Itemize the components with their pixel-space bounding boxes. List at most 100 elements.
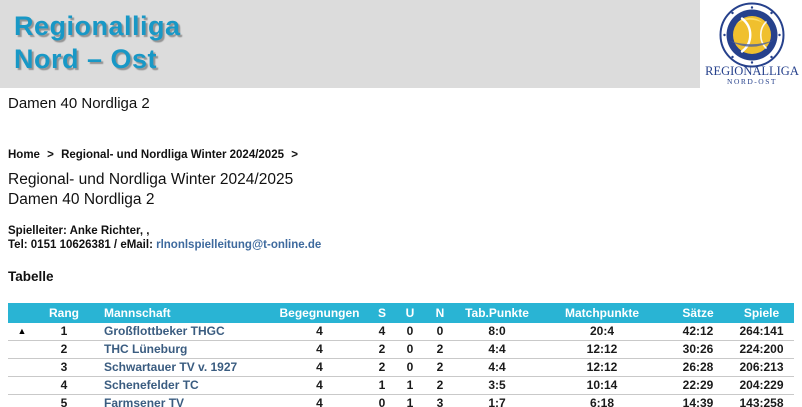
rank-cell: 4 xyxy=(36,377,92,395)
wins-cell: 4 xyxy=(367,323,397,341)
col-header-unentschieden: U xyxy=(397,303,423,323)
brand-line-2: Nord – Ost xyxy=(14,43,181,76)
losses-cell: 2 xyxy=(423,341,457,359)
table-row: 5 Farmsener TV 4 0 1 3 1:7 6:18 14:39 14… xyxy=(8,395,794,407)
matches-cell: 4 xyxy=(272,359,367,377)
team-link[interactable]: Schenefelder TC xyxy=(104,378,199,392)
table-row: 2 THC Lüneburg 4 2 0 2 4:4 12:12 30:26 2… xyxy=(8,341,794,359)
contact-info: Spielleiter: Anke Richter, , Tel: 0151 1… xyxy=(8,224,794,252)
wins-cell: 1 xyxy=(367,377,397,395)
draws-cell: 1 xyxy=(397,377,423,395)
col-header-mannschaft: Mannschaft xyxy=(92,303,272,323)
games-cell: 206:213 xyxy=(729,359,794,377)
col-header-saetze: Sätze xyxy=(667,303,729,323)
team-link[interactable]: THC Lüneburg xyxy=(104,342,187,356)
breadcrumb-season-link[interactable]: Regional- und Nordliga Winter 2024/2025 xyxy=(61,149,284,161)
league-logo: REGIONALLIGA NORD-OST xyxy=(700,0,802,88)
brand-title: Regionalliga Nord – Ost xyxy=(14,10,181,76)
team-link[interactable]: Farmsener TV xyxy=(104,396,184,407)
section-title-tabelle: Tabelle xyxy=(8,269,794,284)
col-header-siege: S xyxy=(367,303,397,323)
sets-cell: 22:29 xyxy=(667,377,729,395)
table-points-cell: 3:5 xyxy=(457,377,537,395)
team-link[interactable]: Schwartauer TV v. 1927 xyxy=(104,360,237,374)
col-header-matchpunkte: Matchpunkte xyxy=(537,303,667,323)
rank-up-icon xyxy=(8,341,36,359)
games-cell: 204:229 xyxy=(729,377,794,395)
breadcrumb: Home > Regional- und Nordliga Winter 202… xyxy=(8,149,794,161)
breadcrumb-separator: > xyxy=(47,149,54,161)
col-header-begegnungen: Begegnungen xyxy=(272,303,367,323)
logo-text-nord-ost: NORD-OST xyxy=(727,77,777,86)
rank-up-icon xyxy=(8,377,36,395)
col-header-marker xyxy=(8,303,36,323)
rank-up-icon xyxy=(8,359,36,377)
matches-cell: 4 xyxy=(272,323,367,341)
page-title-league: Damen 40 Nordliga 2 xyxy=(8,190,794,210)
losses-cell: 2 xyxy=(423,377,457,395)
breadcrumb-separator: > xyxy=(291,149,298,161)
page-header: Regionalliga Nord – Ost REGIONALLIGA NOR… xyxy=(0,0,802,88)
wins-cell: 2 xyxy=(367,341,397,359)
match-points-cell: 6:18 xyxy=(537,395,667,407)
standings-table: Rang Mannschaft Begegnungen S U N Tab.Pu… xyxy=(8,303,794,407)
match-points-cell: 10:14 xyxy=(537,377,667,395)
email-link[interactable]: rlnonlspielleitung@t-online.de xyxy=(156,239,321,251)
rank-cell: 2 xyxy=(36,341,92,359)
games-cell: 143:258 xyxy=(729,395,794,407)
losses-cell: 0 xyxy=(423,323,457,341)
sets-cell: 14:39 xyxy=(667,395,729,407)
page-title-season: Regional- und Nordliga Winter 2024/2025 xyxy=(8,170,794,190)
team-cell: Großflottbeker THGC xyxy=(92,323,272,341)
team-link[interactable]: Großflottbeker THGC xyxy=(104,324,225,338)
page-title: Regional- und Nordliga Winter 2024/2025 … xyxy=(8,170,794,210)
rank-up-icon: ▲ xyxy=(8,323,36,341)
wins-cell: 2 xyxy=(367,359,397,377)
col-header-tabpunkte: Tab.Punkte xyxy=(457,303,537,323)
col-header-spiele: Spiele xyxy=(729,303,794,323)
team-cell: Schwartauer TV v. 1927 xyxy=(92,359,272,377)
table-points-cell: 4:4 xyxy=(457,359,537,377)
rank-cell: 1 xyxy=(36,323,92,341)
col-header-niederlagen: N xyxy=(423,303,457,323)
team-cell: Schenefelder TC xyxy=(92,377,272,395)
losses-cell: 2 xyxy=(423,359,457,377)
rank-up-icon xyxy=(8,395,36,407)
match-points-cell: 12:12 xyxy=(537,359,667,377)
table-header-row: Rang Mannschaft Begegnungen S U N Tab.Pu… xyxy=(8,303,794,323)
phone-label: Tel: 0151 10626381 / eMail: xyxy=(8,239,156,251)
table-row: 4 Schenefelder TC 4 1 1 2 3:5 10:14 22:2… xyxy=(8,377,794,395)
col-header-rang: Rang xyxy=(36,303,92,323)
games-cell: 264:141 xyxy=(729,323,794,341)
rank-cell: 5 xyxy=(36,395,92,407)
draws-cell: 1 xyxy=(397,395,423,407)
match-points-cell: 20:4 xyxy=(537,323,667,341)
table-points-cell: 4:4 xyxy=(457,341,537,359)
match-points-cell: 12:12 xyxy=(537,341,667,359)
matches-cell: 4 xyxy=(272,377,367,395)
draws-cell: 0 xyxy=(397,341,423,359)
losses-cell: 3 xyxy=(423,395,457,407)
table-row: 3 Schwartauer TV v. 1927 4 2 0 2 4:4 12:… xyxy=(8,359,794,377)
phone-email-line: Tel: 0151 10626381 / eMail: rlnonlspiell… xyxy=(8,238,794,252)
rank-cell: 3 xyxy=(36,359,92,377)
subheader-title: Damen 40 Nordliga 2 xyxy=(0,88,802,113)
team-cell: Farmsener TV xyxy=(92,395,272,407)
table-points-cell: 8:0 xyxy=(457,323,537,341)
draws-cell: 0 xyxy=(397,323,423,341)
sets-cell: 30:26 xyxy=(667,341,729,359)
brand-line-1: Regionalliga xyxy=(14,10,181,43)
sets-cell: 42:12 xyxy=(667,323,729,341)
table-row: ▲ 1 Großflottbeker THGC 4 4 0 0 8:0 20:4… xyxy=(8,323,794,341)
wins-cell: 0 xyxy=(367,395,397,407)
spielleiter-line: Spielleiter: Anke Richter, , xyxy=(8,224,794,238)
breadcrumb-home-link[interactable]: Home xyxy=(8,149,40,161)
standings-table-wrap: Rang Mannschaft Begegnungen S U N Tab.Pu… xyxy=(8,303,794,407)
matches-cell: 4 xyxy=(272,395,367,407)
draws-cell: 0 xyxy=(397,359,423,377)
standings-table-body: ▲ 1 Großflottbeker THGC 4 4 0 0 8:0 20:4… xyxy=(8,323,794,407)
tennis-ball-badge-icon: REGIONALLIGA NORD-OST xyxy=(700,0,802,88)
games-cell: 224:200 xyxy=(729,341,794,359)
matches-cell: 4 xyxy=(272,341,367,359)
sets-cell: 26:28 xyxy=(667,359,729,377)
